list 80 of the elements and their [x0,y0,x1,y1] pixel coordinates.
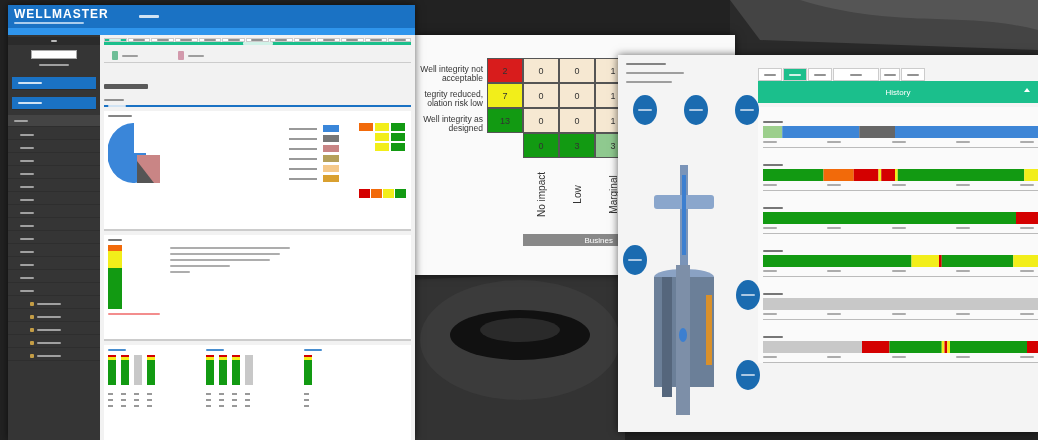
sidebar-item[interactable] [8,299,100,309]
blurred-text-drawing [104,84,148,89]
blurred-text-drawing [20,211,34,214]
blurred-text-drawing [37,328,61,331]
blurred-text-drawing [20,289,34,292]
tab[interactable] [833,68,879,81]
matrix-cell: 13 [487,108,523,133]
well-icon [30,353,34,358]
matrix-cell: 3 [559,133,595,158]
sidebar-item[interactable] [8,312,100,322]
sidebar-item[interactable] [8,351,100,361]
document-icon [112,51,118,60]
tab[interactable] [808,68,832,81]
blurred-text-drawing [814,73,826,76]
blurred-text-drawing [20,172,34,175]
blurred-text-drawing [20,224,34,227]
blurred-text-drawing [37,315,61,318]
blurred-text-drawing [188,54,204,57]
tab[interactable] [758,68,782,81]
bar-chart-drawing [206,355,253,407]
blurred-text-drawing [20,276,34,279]
well-icon [30,314,34,319]
matrix-cell: 0 [523,133,559,158]
matrix-cell: 7 [487,83,523,108]
matrix-cell: 2 [487,58,523,83]
blurred-text-drawing [14,119,28,122]
well-icon [30,301,34,306]
sidebar-item[interactable] [8,325,100,335]
blurred-text-drawing [907,73,919,76]
blurred-text-drawing [138,15,159,18]
bar-chart-drawing [108,355,155,407]
blurred-text-drawing [20,198,34,201]
tab[interactable] [901,68,925,81]
node-button[interactable] [684,95,708,125]
node-button[interactable] [633,95,657,125]
bar-chart-drawing [304,355,312,407]
well-icon [30,340,34,345]
node-button[interactable] [735,95,759,125]
matrix-cell: 0 [559,108,595,133]
column-label: Low [571,184,583,204]
sidebar-item[interactable] [8,338,100,348]
matrix-cell: 0 [523,83,559,108]
tab[interactable] [880,68,900,81]
well-icon [30,327,34,332]
blurred-text-drawing [764,73,776,76]
blurred-text-drawing [37,341,61,344]
node-button[interactable] [623,245,647,275]
brand-logo: WELLMASTER [14,9,109,20]
node-button[interactable] [736,360,760,390]
blurred-text-drawing [884,73,896,76]
search-field[interactable] [31,50,77,59]
blurred-text-drawing [20,250,34,253]
matrix-cell: 0 [559,83,595,108]
blurred-text-drawing [850,73,862,76]
blurred-text-drawing [789,73,801,76]
matrix-cell: 0 [523,108,559,133]
node-button[interactable] [736,280,760,310]
matrix-cell: 0 [559,58,595,83]
blurred-text-drawing [20,237,34,240]
document-icon [178,51,184,60]
blurred-text-drawing [122,54,138,57]
blurred-text-drawing [37,354,61,357]
sidebar-item[interactable] [12,77,96,90]
pie-chart-drawing [108,121,160,185]
matrix-cell: 0 [523,58,559,83]
blurred-text-drawing [20,263,34,266]
blurred-text-drawing [20,159,34,162]
column-label: No impact [535,171,547,217]
risk-bar-drawing [108,245,122,309]
banner-title: History [885,87,911,97]
row-label: Well integrity not acceptable [419,62,483,85]
column-label: Marginal [607,174,619,214]
blurred-text-drawing [20,185,34,188]
row-label: Well integrity as designed [422,112,483,135]
blurred-text-drawing [37,302,61,305]
row-label: tegrity reduced, olation risk low [423,87,483,110]
sidebar-item[interactable] [8,115,100,127]
blurred-text-drawing [20,146,34,149]
blurred-text-drawing [20,133,34,136]
sidebar-item[interactable] [12,97,96,110]
